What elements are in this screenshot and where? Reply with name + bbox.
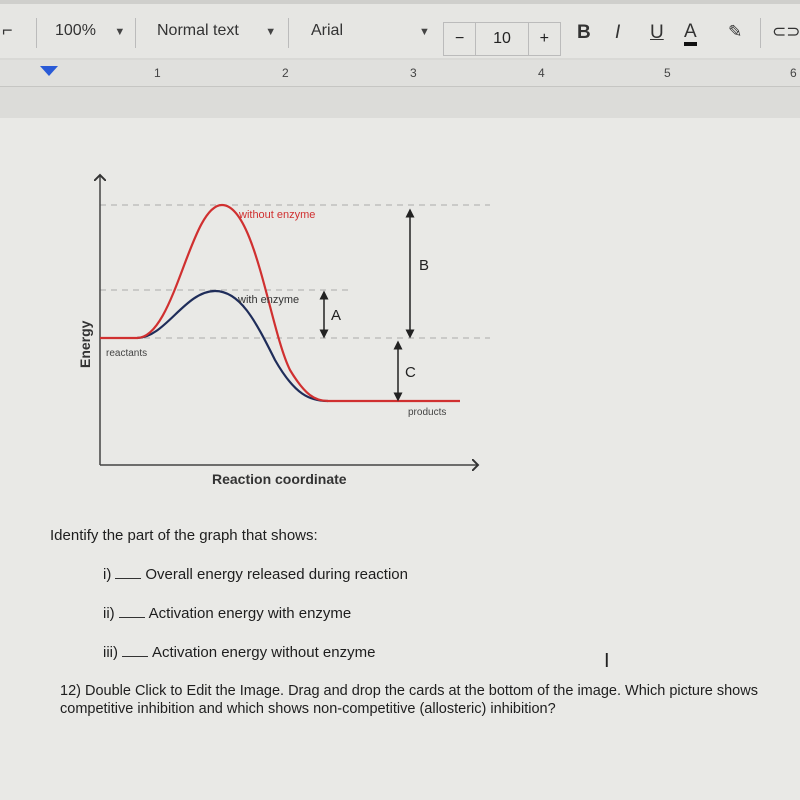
question-prompt: Identify the part of the graph that show… [50, 527, 318, 544]
label-b: B [419, 257, 429, 274]
text-cursor-icon: I [604, 650, 610, 672]
label-products: products [408, 407, 446, 418]
answer-blank[interactable] [118, 617, 145, 618]
item-number: ii) [103, 605, 115, 622]
answer-blank[interactable] [122, 656, 148, 657]
item-number: i) [103, 566, 112, 583]
label-without-enzyme: without enzyme [238, 209, 315, 221]
label-with-enzyme: with enzyme [237, 294, 299, 306]
item-number: iii) [103, 644, 118, 661]
question-item: ii) Activation energy with enzyme [103, 605, 351, 622]
label-reactants: reactants [106, 348, 147, 359]
y-axis-label: Energy [77, 320, 93, 368]
item-text: Activation energy with enzyme [148, 605, 352, 622]
energy-diagram-image[interactable]: without enzyme with enzyme reactants pro… [0, 0, 800, 800]
next-question-text[interactable]: 12) Double Click to Edit the Image. Drag… [60, 682, 800, 718]
label-c: C [405, 364, 416, 381]
question-item: iii) Activation energy without enzyme [103, 644, 375, 661]
question-item: i) Overall energy released during reactio… [103, 566, 408, 583]
answer-blank[interactable] [115, 578, 142, 579]
label-a: A [331, 307, 341, 324]
item-text: Activation energy without enzyme [152, 644, 376, 661]
item-text: Overall energy released during reaction [145, 566, 408, 583]
x-axis-label: Reaction coordinate [212, 471, 347, 487]
